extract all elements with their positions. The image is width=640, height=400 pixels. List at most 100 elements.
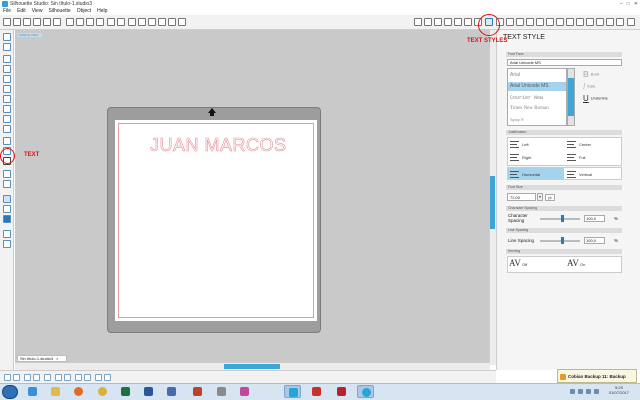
curve-tool-icon[interactable] bbox=[3, 105, 11, 113]
rotate-icon[interactable] bbox=[566, 18, 574, 26]
font-search-input[interactable]: Arial Unicode MS bbox=[507, 59, 622, 66]
paste-in-front-icon[interactable] bbox=[96, 18, 104, 26]
zoom-box-icon[interactable] bbox=[158, 18, 166, 26]
kerning-off-icon[interactable]: AV bbox=[509, 258, 521, 268]
design-text-object[interactable]: JUAN MARCOS bbox=[150, 135, 287, 156]
group-icon[interactable] bbox=[4, 374, 11, 381]
pan-hand-icon[interactable] bbox=[128, 18, 136, 26]
kerning-off-label[interactable]: Off bbox=[522, 262, 527, 267]
lock-icon[interactable] bbox=[95, 374, 102, 381]
sketch-tool-icon[interactable] bbox=[3, 170, 11, 178]
taskbar-explorer[interactable] bbox=[47, 385, 64, 398]
font-list-item[interactable]: Times New Roman bbox=[510, 106, 549, 111]
settings-icon[interactable] bbox=[627, 18, 635, 26]
ungroup-icon[interactable] bbox=[13, 374, 20, 381]
move-icon[interactable] bbox=[576, 18, 584, 26]
volume-icon[interactable] bbox=[586, 389, 591, 394]
eraser-tool-icon[interactable] bbox=[3, 137, 11, 145]
taskbar-silhouette-studio[interactable] bbox=[284, 385, 301, 398]
taskbar-app[interactable] bbox=[236, 385, 253, 398]
modify-icon[interactable] bbox=[516, 18, 524, 26]
design-panel-icon[interactable] bbox=[606, 18, 614, 26]
weld-icon[interactable] bbox=[44, 374, 51, 381]
fill-color-icon[interactable] bbox=[454, 18, 462, 26]
font-list-item[interactable]: Courier New bbox=[510, 95, 543, 101]
bring-front-icon[interactable] bbox=[75, 374, 82, 381]
start-button[interactable] bbox=[2, 385, 18, 399]
edit-points-icon[interactable] bbox=[3, 43, 11, 51]
justify-full-button[interactable]: Full bbox=[567, 154, 585, 161]
store-panel-icon[interactable] bbox=[596, 18, 604, 26]
trace-icon[interactable] bbox=[536, 18, 544, 26]
redo-icon[interactable] bbox=[117, 18, 125, 26]
maximize-button[interactable]: □ bbox=[627, 0, 630, 8]
unlock-icon[interactable] bbox=[104, 374, 111, 381]
make-compound-icon[interactable] bbox=[24, 374, 31, 381]
font-list[interactable]: Arial Arial Unicode MS Courier New Times… bbox=[507, 68, 567, 126]
italic-option[interactable]: I Italic bbox=[583, 82, 595, 91]
menu-silhouette[interactable]: Silhouette bbox=[48, 8, 70, 15]
points-view-icon[interactable] bbox=[3, 205, 11, 213]
taskbar-ie[interactable] bbox=[24, 385, 41, 398]
font-size-dropdown-icon[interactable]: ▼ bbox=[537, 193, 543, 201]
align-icon[interactable] bbox=[546, 18, 554, 26]
library-view-icon[interactable] bbox=[3, 240, 11, 248]
send-icon[interactable] bbox=[444, 18, 452, 26]
kerning-on-icon[interactable]: AV bbox=[567, 258, 579, 268]
select-tool-icon[interactable] bbox=[3, 33, 11, 41]
menu-help[interactable]: Help bbox=[97, 8, 107, 15]
vertical-direction-button[interactable]: Vertical bbox=[567, 171, 592, 178]
fill-bucket-icon[interactable] bbox=[616, 18, 624, 26]
zoom-out-icon[interactable] bbox=[148, 18, 156, 26]
taskbar-app[interactable] bbox=[189, 385, 206, 398]
font-list-scroll-thumb[interactable] bbox=[568, 78, 574, 116]
duplicate-icon[interactable] bbox=[55, 374, 62, 381]
line-color-icon[interactable] bbox=[464, 18, 472, 26]
menu-file[interactable]: File bbox=[3, 8, 11, 15]
fit-to-page-icon[interactable] bbox=[178, 18, 186, 26]
menu-view[interactable]: View bbox=[32, 8, 43, 15]
line-tool-icon[interactable] bbox=[3, 55, 11, 63]
font-list-item-selected[interactable]: Arial Unicode MS bbox=[508, 82, 566, 91]
menu-object[interactable]: Object bbox=[77, 8, 91, 15]
kerning-on-label[interactable]: On bbox=[580, 262, 585, 267]
line-spacing-slider-thumb[interactable] bbox=[561, 237, 564, 244]
polygon-tool-icon[interactable] bbox=[3, 95, 11, 103]
taskbar-app[interactable] bbox=[333, 385, 350, 398]
horizontal-scroll-thumb[interactable] bbox=[224, 364, 280, 369]
zoom-drag-icon[interactable] bbox=[168, 18, 176, 26]
taskbar-chrome[interactable] bbox=[94, 385, 111, 398]
print-icon[interactable] bbox=[53, 18, 61, 26]
document-tab[interactable]: Sin título-1.studio3 x bbox=[17, 355, 67, 362]
new-file-icon[interactable] bbox=[3, 18, 11, 26]
close-button[interactable]: ✕ bbox=[634, 0, 638, 8]
system-clock[interactable]: 5:29 01/07/2017 bbox=[604, 385, 634, 395]
font-list-item[interactable]: Spicy R bbox=[510, 117, 524, 122]
minimize-button[interactable]: – bbox=[620, 0, 623, 8]
bold-option[interactable]: B Bold bbox=[583, 70, 599, 79]
tray-icon[interactable] bbox=[570, 389, 575, 394]
freehand-tool-icon[interactable] bbox=[3, 125, 11, 133]
document-tab-close[interactable]: x bbox=[56, 356, 58, 361]
taskbar-app[interactable] bbox=[163, 385, 180, 398]
paste-icon[interactable] bbox=[86, 18, 94, 26]
replicate-icon[interactable] bbox=[506, 18, 514, 26]
line-spacing-slider[interactable] bbox=[540, 240, 580, 242]
character-spacing-slider-thumb[interactable] bbox=[561, 215, 564, 222]
delete-icon[interactable] bbox=[64, 374, 71, 381]
font-size-input[interactable]: 72,00 bbox=[507, 193, 536, 201]
tray-icon[interactable] bbox=[578, 389, 583, 394]
cut-icon[interactable] bbox=[66, 18, 74, 26]
grid-icon[interactable] bbox=[424, 18, 432, 26]
offset-icon[interactable] bbox=[526, 18, 534, 26]
release-compound-icon[interactable] bbox=[33, 374, 40, 381]
zoom-in-icon[interactable] bbox=[138, 18, 146, 26]
page-setup-icon[interactable] bbox=[414, 18, 422, 26]
backup-notification[interactable]: Cobian Backup 11: Backup done bbox=[557, 369, 637, 393]
send-view-icon[interactable] bbox=[3, 230, 11, 238]
underline-option[interactable]: U Underline bbox=[583, 94, 608, 103]
eyedropper-tool-icon[interactable] bbox=[3, 180, 11, 188]
taskbar-app[interactable] bbox=[308, 385, 325, 398]
taskbar-excel[interactable] bbox=[117, 385, 134, 398]
character-spacing-slider[interactable] bbox=[540, 218, 580, 220]
